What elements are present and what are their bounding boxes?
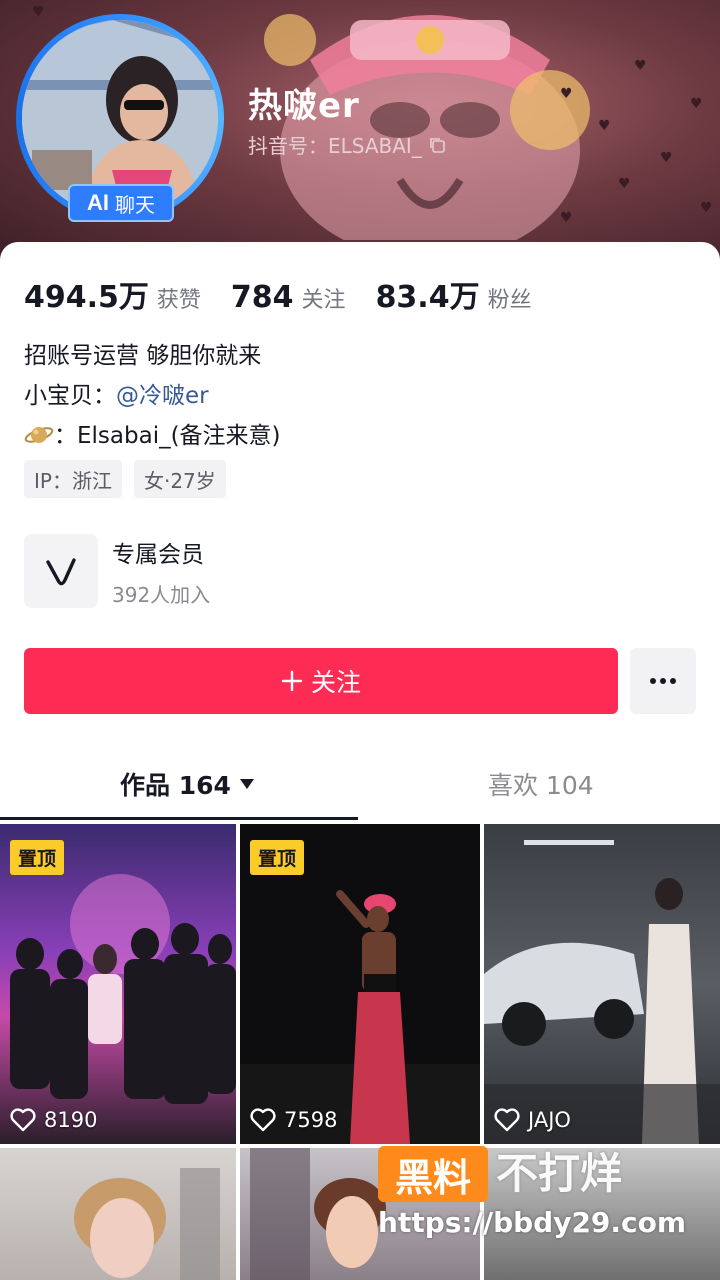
copy-icon[interactable] <box>428 136 446 154</box>
stat-number: 83.4万 <box>375 280 480 315</box>
video-likes: 7598 <box>250 1108 337 1132</box>
caret-down-icon <box>239 779 254 789</box>
display-name: 热啵er <box>248 86 360 126</box>
content-tabs: 作品 164 喜欢 104 <box>0 760 720 822</box>
stat-number: 784 <box>230 280 294 315</box>
bio-contact: ：Elsabai_(备注来意) <box>54 423 281 449</box>
pinned-badge: 置顶 <box>10 840 65 875</box>
douyin-id-row[interactable]: 抖音号：ELSABAI_ <box>248 130 446 159</box>
stat-label: 获赞 <box>156 288 201 313</box>
like-count: 8190 <box>44 1108 98 1132</box>
pinned-badge: 置顶 <box>250 840 305 875</box>
active-tab-indicator <box>0 817 358 820</box>
tags-row: IP：浙江 女·27岁 <box>24 460 226 498</box>
bio-prefix: 小宝贝： <box>24 383 116 409</box>
video-tile[interactable] <box>0 1148 236 1280</box>
ai-chat-badge[interactable]: AI 聊天 <box>68 184 174 222</box>
planet-icon <box>24 427 54 443</box>
like-count: JAJO <box>528 1108 571 1132</box>
tab-works[interactable]: 作品 164 <box>120 760 255 808</box>
profile-banner: ♥ ♥ ♥ ♥ ♥ ♥ ♥ ♥ ♥ AI 聊天 热啵er 抖音号：ELSABAI… <box>0 0 720 262</box>
watermark-url: https://bbdy29.com <box>378 1206 687 1239</box>
stat-label: 关注 <box>301 288 346 313</box>
tab-likes[interactable]: 喜欢 104 <box>488 760 594 808</box>
douyin-id: 抖音号：ELSABAI_ <box>248 134 422 158</box>
bio-line: ：Elsabai_(备注来意) <box>24 416 281 456</box>
follow-label: 关注 <box>310 668 361 697</box>
bio-line: 招账号运营 够胆你就来 <box>24 343 262 369</box>
video-likes: JAJO <box>494 1108 571 1132</box>
more-dots-icon <box>650 678 676 684</box>
watermark-box: 黑料 <box>378 1146 488 1202</box>
tab-likes-label: 喜欢 104 <box>488 771 594 800</box>
ai-badge-ai: AI <box>87 190 109 215</box>
watermark-text: 不打烊 <box>496 1149 623 1198</box>
ip-tag: IP：浙江 <box>24 460 122 498</box>
membership-v-icon <box>24 534 98 608</box>
gender-age-tag: 女·27岁 <box>133 460 226 498</box>
follow-button[interactable]: 关注 <box>24 648 618 714</box>
more-button[interactable] <box>630 648 696 714</box>
video-thumbnail <box>74 1168 220 1280</box>
video-tile[interactable]: 置顶 8190 <box>0 824 236 1144</box>
video-tile[interactable]: JAJO <box>484 824 720 1144</box>
stats-row: 494.5万 获赞 784 关注 83.4万 粉丝 <box>24 272 532 316</box>
stat-followers[interactable]: 83.4万 粉丝 <box>376 272 532 316</box>
plus-icon <box>281 670 303 692</box>
video-likes: 8190 <box>10 1108 97 1132</box>
watermark: 黑料 不打烊 https://bbdy29.com <box>378 1146 686 1239</box>
stat-likes: 494.5万 获赞 <box>24 272 201 316</box>
membership-count: 392人加入 <box>112 582 211 607</box>
ai-badge-label: 聊天 <box>115 192 155 217</box>
heart-outline-icon <box>494 1108 520 1132</box>
mention-link[interactable]: @冷啵er <box>116 383 209 409</box>
membership-title: 专属会员 <box>112 541 204 568</box>
bio: 招账号运营 够胆你就来 小宝贝：@冷啵er ：Elsabai_(备注来意) <box>24 336 281 456</box>
bio-line: 小宝贝：@冷啵er <box>24 376 281 416</box>
stat-label: 粉丝 <box>487 288 532 313</box>
tab-works-label: 作品 164 <box>120 771 231 800</box>
stat-number: 494.5万 <box>24 280 149 315</box>
video-tile[interactable]: 置顶 7598 <box>240 824 480 1144</box>
membership-entry[interactable]: 专属会员 392人加入 <box>24 534 210 608</box>
heart-outline-icon <box>10 1108 36 1132</box>
heart-outline-icon <box>250 1108 276 1132</box>
stat-following[interactable]: 784 关注 <box>231 280 346 315</box>
like-count: 7598 <box>284 1108 338 1132</box>
video-thumbnail <box>484 840 720 1144</box>
